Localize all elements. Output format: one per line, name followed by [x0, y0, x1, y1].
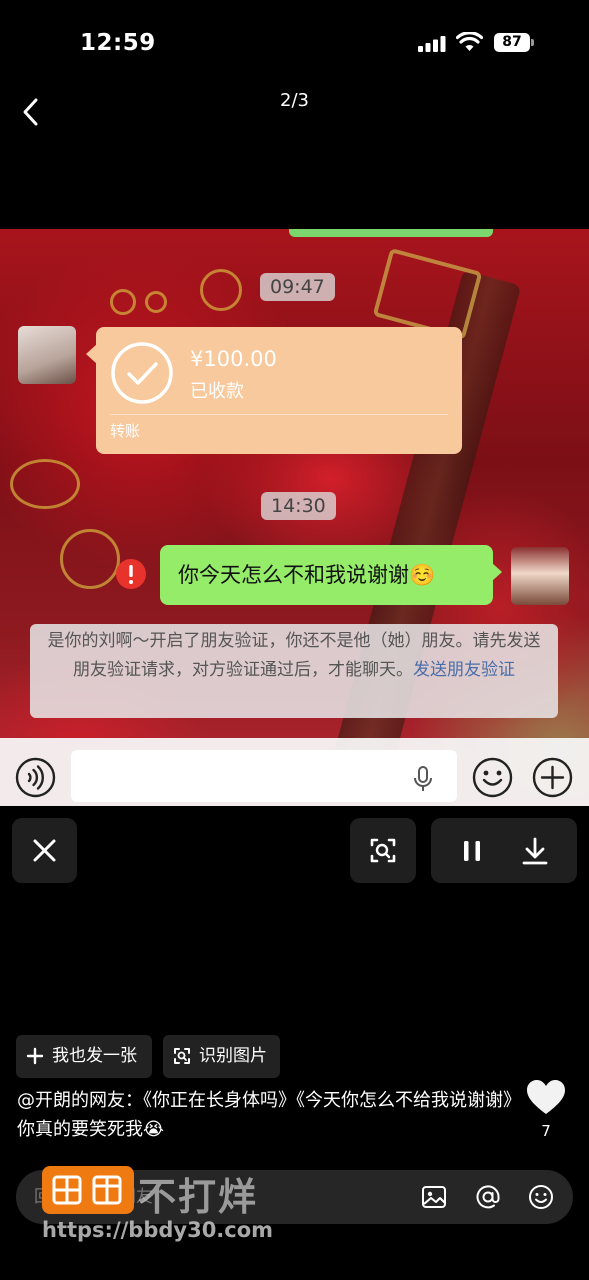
transfer-card: ¥100.00 已收款 转账 — [96, 327, 462, 454]
post-caption: @开朗的网友：《你正在长身体吗》《今天你怎么不给我说谢谢》你真的要笑死我😭 — [17, 1090, 512, 1140]
sent-message: 你今天怎么不和我说谢谢☺️ — [160, 545, 493, 605]
chat-timestamp: 14:30 — [261, 492, 336, 520]
embroidery-ornament — [10, 459, 80, 509]
sender-avatar — [18, 326, 76, 384]
scan-button[interactable] — [350, 818, 416, 883]
status-bar: 12:59 87 — [0, 0, 589, 88]
previous-message-bubble — [289, 229, 493, 237]
plus-icon — [26, 1047, 44, 1065]
send-verification-link: 发送朋友验证 — [413, 660, 515, 680]
shared-image[interactable]: 09:47 ¥100.00 已收款 转账 14:30 你今天怎么不和我说谢谢☺️… — [0, 229, 589, 806]
back-arrow-icon[interactable] — [14, 94, 50, 130]
top-navigation: 2/3 — [0, 88, 589, 138]
media-controls — [431, 818, 577, 883]
embroidery-ornament — [60, 529, 120, 589]
microphone-icon — [414, 766, 432, 791]
transfer-amount: ¥100.00 — [190, 347, 277, 371]
recognize-image-button[interactable]: 识别图片 — [163, 1035, 280, 1078]
page-indicator: 2/3 — [280, 90, 309, 111]
status-time: 12:59 — [80, 30, 156, 56]
close-button[interactable] — [12, 818, 77, 883]
self-avatar — [511, 547, 569, 605]
emoji-icon[interactable] — [528, 1184, 554, 1210]
download-icon[interactable] — [521, 837, 549, 865]
transfer-label: 转账 — [110, 422, 141, 440]
image-icon[interactable] — [421, 1184, 447, 1210]
emoji-icon — [472, 757, 513, 798]
post-too-label: 我也发一张 — [52, 1046, 137, 1066]
scan-icon — [174, 1048, 190, 1064]
chat-input-bar — [0, 738, 589, 806]
check-circle-icon — [111, 342, 173, 404]
heart-icon[interactable] — [525, 1078, 567, 1116]
transfer-status: 已收款 — [190, 381, 244, 402]
wifi-icon — [456, 32, 483, 51]
gold-ornament — [145, 291, 167, 313]
cellular-signal-icon — [418, 36, 446, 52]
voice-icon — [15, 757, 56, 798]
comment-bar — [16, 1170, 573, 1224]
send-failed-icon — [116, 559, 146, 589]
mention-icon[interactable] — [475, 1184, 501, 1210]
chat-timestamp: 09:47 — [260, 273, 335, 301]
viewer-controls — [0, 806, 589, 926]
gold-ornament — [200, 269, 242, 311]
battery-icon: 87 — [494, 33, 534, 52]
post-too-button[interactable]: 我也发一张 — [16, 1035, 152, 1078]
battery-level: 87 — [494, 33, 530, 52]
gold-ornament — [110, 289, 136, 315]
plus-icon — [532, 757, 573, 798]
system-notice: 是你的刘啊～开启了朋友验证，你还不是他（她）朋友。请先发送朋友验证请求，对方验证… — [30, 624, 558, 718]
scan-icon — [370, 838, 396, 863]
chat-text-input — [71, 750, 457, 802]
like-count: 7 — [541, 1122, 551, 1140]
comment-input[interactable] — [34, 1170, 414, 1224]
recognize-image-label: 识别图片 — [199, 1046, 267, 1066]
pause-icon[interactable] — [459, 838, 485, 864]
close-icon — [33, 839, 56, 862]
